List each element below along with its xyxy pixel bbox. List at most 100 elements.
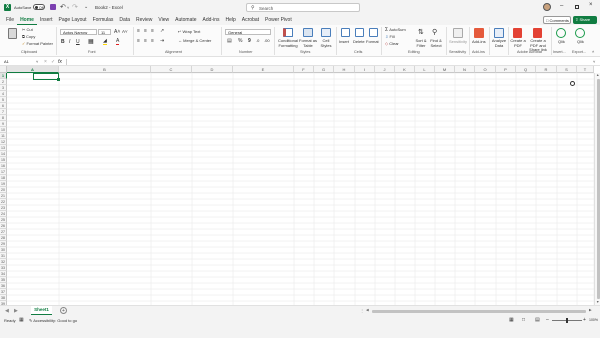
merge-center-button[interactable]: ↔ Merge & Center [178, 38, 211, 43]
customize-toolbar-icon[interactable]: ⌄ [84, 4, 88, 10]
italic-icon[interactable]: I [69, 39, 70, 45]
column-header-m[interactable]: M [435, 66, 455, 73]
create-pdf-icon[interactable] [513, 28, 522, 38]
menu-page-layout[interactable]: Page Layout [55, 15, 89, 25]
menu-review[interactable]: Review [133, 15, 155, 25]
analyze-data-label[interactable]: Analyze Data [491, 38, 507, 48]
sheet-tab-sheet1[interactable]: Sheet1 [31, 306, 52, 315]
menu-power-pivot[interactable]: Power Pivot [262, 15, 295, 25]
insert-cells-label[interactable]: Insert [339, 39, 349, 44]
qlik-export-icon[interactable] [575, 28, 585, 38]
menu-automate[interactable]: Automate [172, 15, 199, 25]
column-header-r[interactable]: R [536, 66, 557, 73]
column-header-g[interactable]: G [314, 66, 334, 73]
macro-record-icon[interactable]: ▦ [19, 317, 24, 323]
delete-cells-icon[interactable] [355, 28, 364, 37]
zoom-level[interactable]: 100% [589, 318, 598, 322]
orientation-icon[interactable]: ↗ [160, 28, 164, 34]
column-header-a[interactable]: A [7, 66, 59, 73]
redo-icon[interactable]: ↷ [72, 3, 78, 11]
find-select-icon[interactable]: ⚲ [432, 28, 437, 36]
column-header-t[interactable]: T [577, 66, 594, 73]
conditional-formatting-icon[interactable] [283, 28, 293, 37]
format-cells-icon[interactable] [369, 28, 378, 37]
delete-cells-label[interactable]: Delete [353, 39, 365, 44]
formula-input[interactable] [66, 58, 593, 65]
page-layout-view-icon[interactable]: □ [522, 317, 525, 323]
qlik-export-label[interactable]: Qlik [577, 39, 584, 44]
column-header-h[interactable]: H [334, 66, 355, 73]
qlik-insert-icon[interactable] [556, 28, 566, 38]
accessibility-button[interactable]: ✎ Accessibility: Good to go [29, 318, 77, 323]
fill-button[interactable]: ⇩ Fill [385, 34, 395, 39]
comments-button[interactable]: □ Comments [543, 16, 571, 24]
menu-formulas[interactable]: Formulas [90, 15, 117, 25]
create-pdf-share-icon[interactable] [533, 28, 542, 38]
sensitivity-icon[interactable] [453, 28, 463, 38]
cell-styles-label[interactable]: Cell Styles [319, 38, 333, 48]
find-select-label[interactable]: Find & Select [428, 38, 444, 48]
percent-icon[interactable]: % [238, 38, 242, 44]
menu-home[interactable]: Home [17, 15, 37, 25]
undo-dropdown-icon[interactable]: ˅ [67, 5, 69, 10]
autosave-toggle[interactable]: Off [33, 4, 45, 10]
menu-data[interactable]: Data [116, 15, 133, 25]
scroll-up-arrow-icon[interactable]: ▲ [596, 73, 599, 77]
column-header-n[interactable]: N [455, 66, 475, 73]
active-cell-a1[interactable] [33, 73, 59, 80]
search-box[interactable]: ⚲ Search [246, 3, 360, 12]
name-box[interactable]: A1 [2, 58, 35, 65]
column-header-f[interactable]: F [294, 66, 314, 73]
analyze-data-icon[interactable] [494, 28, 504, 38]
close-icon[interactable]: × [589, 2, 593, 8]
avatar[interactable] [543, 3, 551, 11]
fill-color-icon[interactable]: ◢ [103, 38, 107, 45]
menu-insert[interactable]: Insert [37, 15, 56, 25]
add-ins-icon[interactable] [474, 28, 484, 38]
minimize-icon[interactable]: – [560, 3, 563, 9]
column-header-o[interactable]: O [475, 66, 496, 73]
page-break-view-icon[interactable]: ▤ [535, 317, 540, 323]
format-cells-label[interactable]: Format [366, 39, 379, 44]
scroll-down-arrow-icon[interactable]: ▼ [596, 300, 599, 304]
paste-icon[interactable] [8, 28, 17, 39]
sheet-tab-splitter[interactable]: ⋮ [360, 308, 364, 313]
font-size-select[interactable]: 11 [98, 29, 111, 35]
align-right-icon[interactable]: ≡ [151, 38, 154, 44]
borders-icon[interactable]: ▦ [88, 38, 94, 45]
align-center-icon[interactable]: ≡ [144, 38, 147, 44]
top-align-icon[interactable]: ≡ [137, 28, 140, 34]
shrink-font-icon[interactable]: A˅ [122, 29, 128, 34]
column-header-l[interactable]: L [415, 66, 435, 73]
horizontal-scroll-thumb[interactable] [372, 309, 586, 313]
prev-sheet-icon[interactable]: ◀ [5, 308, 9, 314]
column-header-c[interactable]: C [151, 66, 192, 73]
column-header-e[interactable]: E [233, 66, 294, 73]
sort-filter-icon[interactable]: ⇅ [418, 28, 424, 36]
cancel-icon[interactable]: × [44, 59, 47, 65]
clear-button[interactable]: ◇ Clear [385, 41, 399, 46]
insert-function-icon[interactable]: fx [58, 59, 62, 65]
add-ins-button-label[interactable]: Add-ins [472, 39, 486, 44]
sensitivity-button-label[interactable]: Sensitivity [449, 39, 467, 44]
share-button[interactable]: ⇧ Share [573, 16, 597, 24]
spreadsheet-grid[interactable]: ABCDEFGHIJKLMNOPQRST 1 2 3 4 5 6 7 8 9 10 11 12 13 14… [0, 66, 600, 305]
enter-icon[interactable]: ✓ [51, 59, 55, 65]
menu-view[interactable]: View [155, 15, 172, 25]
column-header-q[interactable]: Q [516, 66, 536, 73]
qlik-insert-label[interactable]: Qlik [558, 39, 565, 44]
horizontal-scrollbar[interactable]: ◀ ▶ [366, 308, 594, 314]
name-box-dropdown-icon[interactable]: ˅ [36, 59, 38, 64]
next-sheet-icon[interactable]: ▶ [14, 308, 18, 314]
indent-icon[interactable]: ⇥ [160, 38, 164, 44]
column-header-j[interactable]: J [375, 66, 395, 73]
sort-filter-label[interactable]: Sort & Filter [414, 38, 428, 48]
font-color-icon[interactable]: A [116, 38, 120, 45]
currency-icon[interactable]: ▤ [227, 38, 232, 44]
underline-icon[interactable]: U [76, 39, 80, 45]
zoom-out-icon[interactable]: – [546, 317, 549, 323]
add-sheet-button[interactable]: + [60, 307, 67, 314]
cut-button[interactable]: ✂ Cut [22, 27, 33, 32]
column-header-b[interactable]: B [59, 66, 151, 73]
vertical-scroll-thumb[interactable] [596, 79, 600, 299]
